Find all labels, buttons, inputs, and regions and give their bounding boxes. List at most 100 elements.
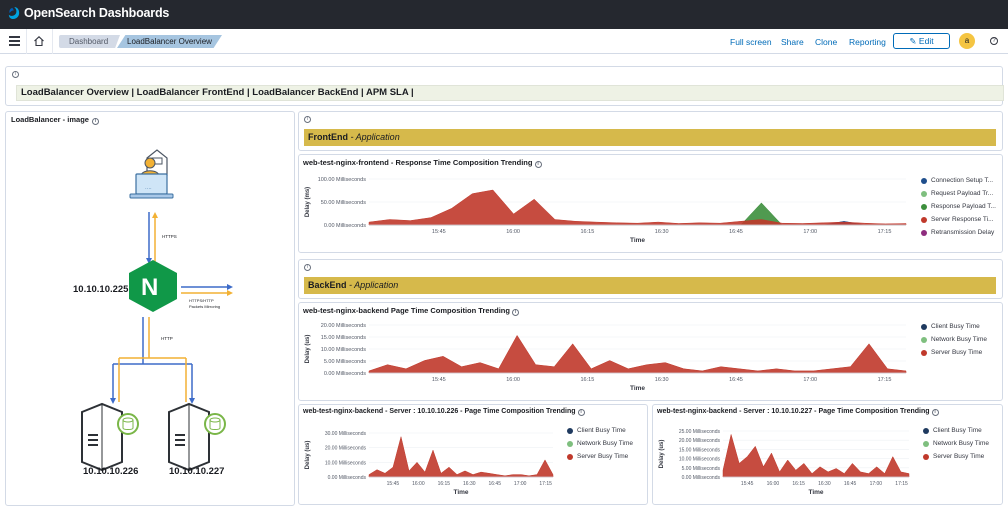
chart-title: web-test-nginx-backend - Server : 10.10.… [303,408,585,416]
x-tick-label: 16:15 [438,481,451,487]
y-tick-label: 5.00 Milliseconds [324,359,366,365]
share-link[interactable]: Share [781,37,804,47]
legend-item[interactable]: Server Busy Time [923,450,989,463]
info-icon[interactable]: i [577,409,585,416]
opensearch-logo-icon [8,7,20,19]
legend-item[interactable]: Network Busy Time [921,333,987,346]
brand[interactable]: OpenSearch Dashboards [8,6,169,20]
y-axis-label: Delay (us) [305,441,311,470]
legend-item[interactable]: Client Busy Time [923,424,989,437]
info-icon[interactable]: i [12,71,19,78]
y-tick-label: 0.00 Milliseconds [328,475,367,481]
menu-icon[interactable] [9,36,20,46]
info-icon[interactable]: i [304,116,311,123]
server227-chart-panel: web-test-nginx-backend - Server : 10.10.… [652,404,1003,505]
http-label: HTTP [161,336,173,341]
frontend-chart[interactable]: 100.00 Milliseconds 50.00 Milliseconds 0.0… [299,169,914,253]
legend-label: Request Payload Tr... [931,190,994,197]
x-tick-label: 15:45 [432,377,446,383]
info-icon[interactable]: i [304,264,311,271]
x-tick-label: 16:00 [412,481,425,487]
chart-title: web-test-nginx-frontend - Response Time … [303,158,542,168]
legend-item[interactable]: Network Busy Time [923,437,989,450]
y-tick-label: 10.00 Milliseconds [321,347,366,353]
legend-dot-icon [567,427,573,434]
clone-link[interactable]: Clone [815,37,837,47]
help-icon[interactable]: ? [990,37,998,45]
home-icon[interactable] [33,35,45,47]
mirror-label-2: Packets Mirroring [189,304,220,309]
x-tick-label: 16:15 [580,377,594,383]
y-tick-label: 15.00 Milliseconds [321,335,366,341]
server226-chart[interactable]: 30.00 Milliseconds 20.00 Milliseconds 10.0… [299,419,559,505]
y-tick-label: 0.00 Milliseconds [324,223,366,229]
edit-button[interactable]: ✎ Edit [893,33,950,49]
x-tick-label: 16:15 [792,481,805,487]
legend-item[interactable]: Server Busy Time [921,346,987,359]
legend-item[interactable]: Response Payload T... [921,200,996,213]
x-tick-label: 17:00 [803,229,817,235]
legend-item[interactable]: Client Busy Time [921,320,987,333]
x-tick-label: 15:45 [387,481,400,487]
info-icon[interactable]: i [512,309,520,316]
legend-dot-icon [921,177,927,184]
backend-chart[interactable]: 20.00 Milliseconds 15.00 Milliseconds 10.0… [299,317,914,401]
x-tick-label: 16:45 [844,481,857,487]
y-tick-label: 0.00 Milliseconds [324,371,366,377]
legend-item[interactable]: Server Busy Time [567,450,633,463]
x-tick-label: 17:15 [895,481,908,487]
breadcrumb-dashboard[interactable]: Dashboard [59,35,120,48]
full-screen-link[interactable]: Full screen [730,37,772,47]
y-tick-label: 100.00 Milliseconds [318,177,367,183]
legend-item[interactable]: Retransmission Delay [921,226,996,239]
legend-item[interactable]: Server Response Ti... [921,213,996,226]
frontend-chart-title: web-test-nginx-frontend - Response Time … [303,158,533,167]
x-tick-label: 15:45 [432,229,446,235]
legend-label: Network Busy Time [931,336,987,343]
x-tick-label: 16:45 [729,229,743,235]
server226-chart-title: web-test-nginx-backend - Server : 10.10.… [303,408,576,415]
lb-ip: 10.10.10.225 [73,284,129,295]
legend-item[interactable]: Connection Setup T... [921,174,996,187]
chart-title: web-test-nginx-backend - Server : 10.10.… [657,408,939,416]
x-tick-label: 16:30 [655,377,669,383]
nginx-logo: N [129,260,177,312]
backend-chart-title: web-test-nginx-backend Page Time Composi… [303,306,510,315]
user-laptop-icon: ···· [129,149,174,199]
backend-chart-panel: web-test-nginx-backend Page Time Composi… [298,302,1003,401]
server1-ip: 10.10.10.226 [83,466,138,477]
dashboard-links[interactable]: LoadBalancer Overview | LoadBalancer Fro… [16,85,1004,101]
frontend-subtitle: - Application [348,132,400,142]
legend-item[interactable]: Network Busy Time [567,437,633,450]
info-icon[interactable]: i [534,161,542,168]
info-icon[interactable]: i [931,409,939,416]
frontend-name: FrontEnd [308,132,348,142]
server227-chart-title: web-test-nginx-backend - Server : 10.10.… [657,408,930,415]
legend-label: Network Busy Time [933,440,989,447]
y-tick-label: 20.00 Milliseconds [325,446,367,452]
x-tick-label: 17:15 [878,229,892,235]
markdown-panel: i LoadBalancer Overview | LoadBalancer F… [5,66,1004,106]
x-axis-label: Time [630,237,645,244]
mirror-label-1: HTTPS/HTTP [189,298,214,303]
reporting-link[interactable]: Reporting [849,37,886,47]
legend-label: Client Busy Time [933,427,982,434]
breadcrumb-current: LoadBalancer Overview [117,35,222,48]
server227-chart[interactable]: 25.00 Milliseconds 20.00 Milliseconds 15.0… [653,419,915,505]
legend-label: Server Busy Time [577,453,629,460]
x-tick-label: 17:15 [539,481,552,487]
server-1-icon [81,402,139,472]
legend-dot-icon [923,440,929,447]
https-label: HTTPS [162,234,177,239]
y-tick-label: 15.00 Milliseconds [679,447,721,453]
legend-dot-icon [921,229,927,236]
frontend-chart-panel: web-test-nginx-frontend - Response Time … [298,154,1003,253]
pencil-icon: ✎ [909,36,917,46]
backend-section-panel: i BackEnd - Application [298,259,1003,299]
legend-item[interactable]: Client Busy Time [567,424,633,437]
y-tick-label: 5.00 Milliseconds [682,466,721,472]
avatar[interactable]: a [959,33,975,49]
legend-label: Client Busy Time [577,427,626,434]
x-axis-label: Time [453,489,468,496]
legend-item[interactable]: Request Payload Tr... [921,187,996,200]
